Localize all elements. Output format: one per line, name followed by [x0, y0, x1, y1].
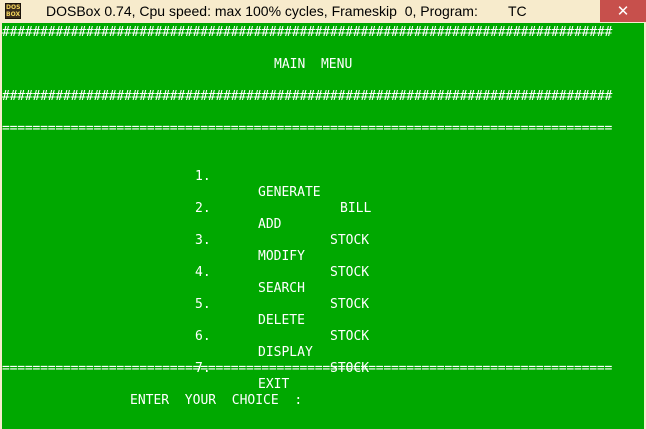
menu-item-1: 1. GENERATE BILL	[2, 153, 644, 216]
menu-item-number: 2.	[195, 201, 211, 216]
equals-rule-top: ========================================…	[2, 121, 613, 136]
menu-item-number: 4.	[195, 265, 211, 280]
menu-item-3: 3. MODIFY STOCK	[2, 217, 644, 280]
menu-item-number: 6.	[195, 329, 211, 344]
dos-screen[interactable]: ########################################…	[2, 23, 644, 429]
icon-label-bottom: BOX	[6, 11, 21, 18]
choice-prompt: ENTER YOUR CHOICE :	[130, 393, 303, 408]
menu-item-5: 5. DELETE STOCK	[2, 281, 644, 344]
dosbox-icon[interactable]: DOS BOX	[5, 3, 21, 19]
menu-item-label: EXIT	[258, 377, 290, 392]
close-button[interactable]: ✕	[600, 0, 646, 22]
menu-item-label-2: STOCK	[330, 265, 370, 280]
hash-rule-top: ########################################…	[2, 25, 613, 40]
menu-item-number: 1.	[195, 169, 211, 184]
equals-rule-bottom: ========================================…	[2, 361, 613, 376]
menu-item-6: 6. DISPLAY STOCK	[2, 313, 644, 376]
program-name: TC	[508, 3, 527, 19]
window-title: DOSBox 0.74, Cpu speed: max 100% cycles,…	[46, 3, 478, 19]
menu-item-label-2: STOCK	[330, 233, 370, 248]
menu-item-label-2: STOCK	[330, 297, 370, 312]
menu-item-2: 2. ADD STOCK	[2, 185, 644, 248]
menu-item-4: 4. SEARCH STOCK	[2, 249, 644, 312]
title-bar[interactable]: DOS BOX DOSBox 0.74, Cpu speed: max 100%…	[0, 0, 646, 23]
menu-item-label-2: STOCK	[330, 329, 370, 344]
menu-item-7: 7. EXIT	[2, 345, 644, 392]
dosbox-window: DOS BOX DOSBox 0.74, Cpu speed: max 100%…	[0, 0, 646, 429]
hash-rule-bottom: ########################################…	[2, 89, 613, 104]
menu-item-number: 5.	[195, 297, 211, 312]
menu-item-label-2: BILL	[340, 201, 372, 216]
menu-title: MAIN MENU	[274, 57, 353, 72]
menu-item-number: 3.	[195, 233, 211, 248]
close-icon: ✕	[616, 2, 630, 20]
